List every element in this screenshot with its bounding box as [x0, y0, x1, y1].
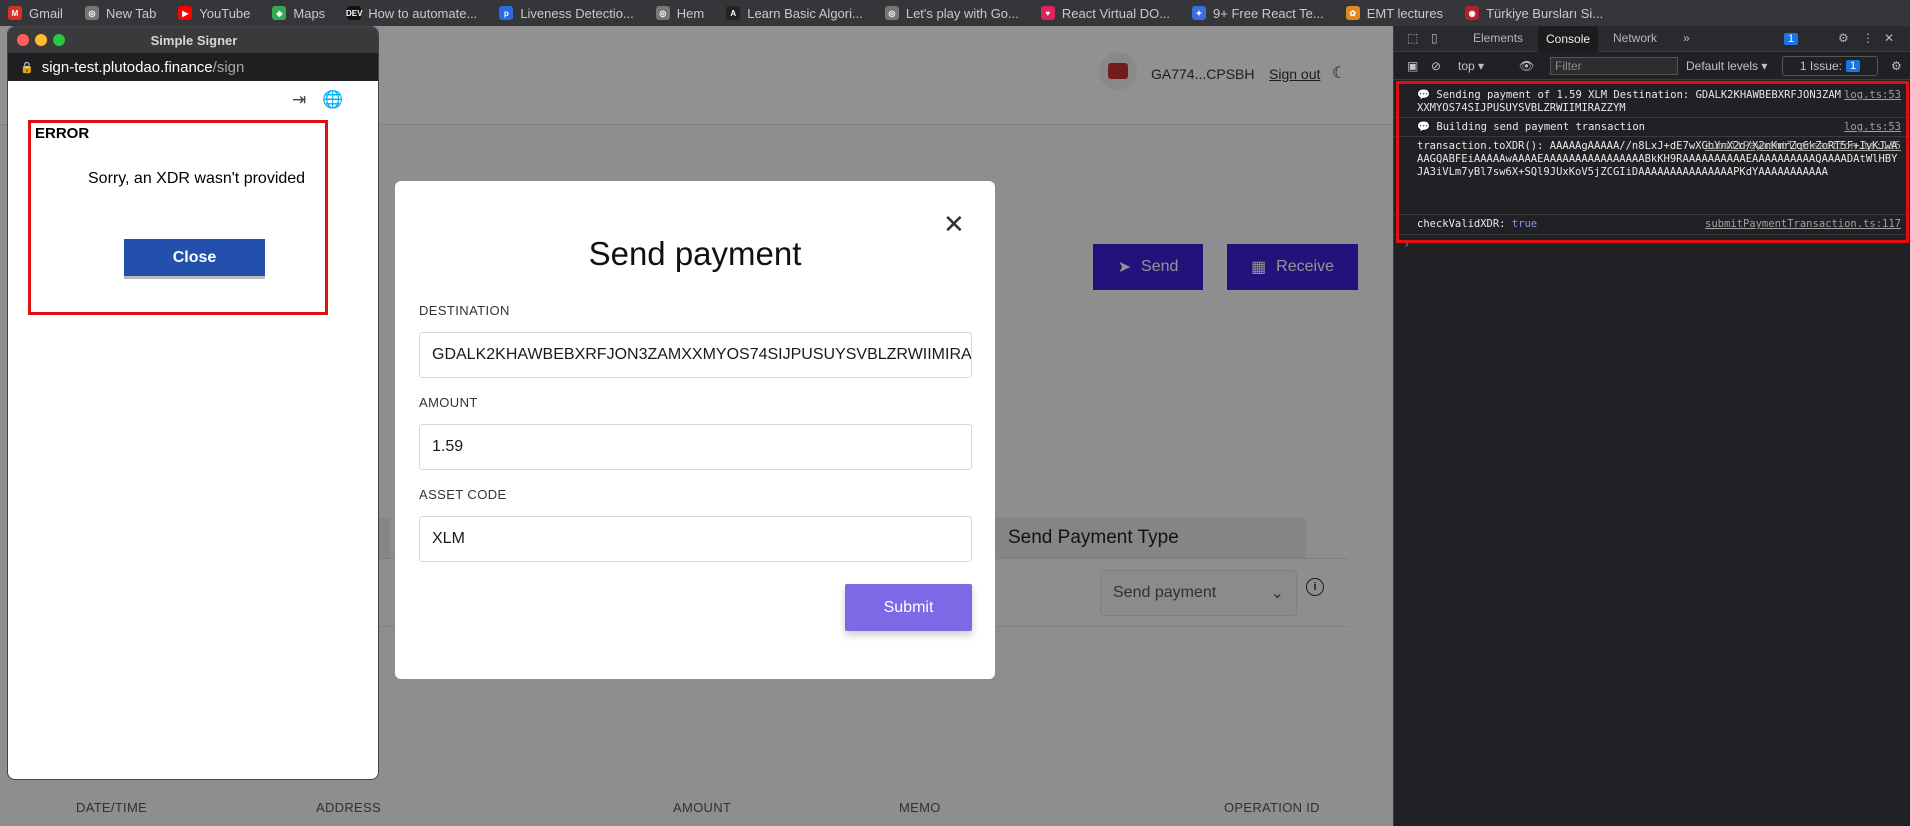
bookmark-label: Hem: [676, 5, 705, 21]
levels-value: Default levels: [1686, 59, 1759, 73]
clear-console-icon[interactable]: ⊘: [1431, 59, 1441, 73]
console-toolbar: ▣ ⊘ top ▾ 👁 Filter Default levels ▾ 1 Is…: [1394, 52, 1910, 80]
globe-icon: ◎: [884, 6, 899, 20]
inspect-icon[interactable]: ⬚: [1407, 31, 1418, 45]
popup-url-bar: 🔒 sign-test.plutodao.finance/sign: [8, 53, 378, 81]
maps-icon: ◆: [272, 6, 287, 20]
tab-elements[interactable]: Elements: [1473, 31, 1523, 45]
context-value: top: [1458, 59, 1475, 73]
messages-count: 1: [1784, 33, 1799, 45]
p-icon: p: [499, 6, 514, 20]
globe-icon: ◎: [84, 6, 99, 20]
destination-label: DESTINATION: [419, 303, 510, 318]
issues-label: 1 Issue:: [1799, 59, 1842, 73]
close-icon[interactable]: ✕: [943, 211, 965, 237]
logout-icon[interactable]: ⇥: [292, 90, 306, 110]
tb-icon: ◉: [1465, 6, 1480, 20]
url-host: sign-test.plutodao.finance: [41, 58, 213, 76]
bookmark-item[interactable]: ✿ EMT lectures: [1345, 5, 1444, 21]
destination-input[interactable]: GDALK2KHAWBEBXRFJON3ZAMXXMYOS74SIJPUSUYS…: [419, 332, 972, 378]
bookmarks-bar: M Gmail ◎ New Tab ▶ YouTube ◆ Maps DEV How to aut…: [0, 0, 1910, 26]
url-path: /sign: [212, 58, 245, 76]
bookmark-item[interactable]: ◎ Hem: [655, 5, 705, 21]
bookmark-item[interactable]: ▶ YouTube: [178, 6, 250, 21]
lock-icon: 🔒: [20, 61, 34, 74]
issues-button[interactable]: 1 Issue: 1: [1782, 56, 1878, 76]
bookmark-label: Türkiye Bursları Si...: [1486, 5, 1604, 21]
issues-count: 1: [1845, 60, 1861, 72]
bookmark-label: Liveness Detectio...: [520, 5, 634, 21]
bookmark-label: Gmail: [29, 5, 63, 21]
console-highlight-box: [1396, 81, 1909, 243]
messages-badge[interactable]: 1: [1784, 31, 1799, 45]
tab-console[interactable]: Console: [1538, 26, 1599, 52]
bookmark-item[interactable]: ◎ Let's play with Go...: [884, 5, 1019, 21]
dev-icon: DEV: [346, 6, 362, 20]
console-settings-icon[interactable]: ⚙: [1891, 59, 1902, 73]
more-tabs-icon[interactable]: »: [1683, 31, 1690, 45]
popup-titlebar: Simple Signer: [8, 27, 378, 53]
modal-title: Send payment: [588, 235, 802, 272]
settings-icon[interactable]: ⚙: [1838, 31, 1849, 45]
submit-button[interactable]: Submit: [845, 584, 972, 631]
simple-signer-popup: Simple Signer 🔒 sign-test.plutodao.finan…: [7, 26, 379, 780]
asset-code-input[interactable]: XLM: [419, 516, 972, 562]
kebab-menu-icon[interactable]: ⋮: [1862, 31, 1874, 45]
gmail-icon: M: [8, 6, 22, 20]
devtools-tabs: ⬚ ▯ Elements Console Network » 1 ⚙ ⋮ ✕: [1394, 26, 1910, 52]
emt-icon: ✿: [1345, 6, 1360, 20]
tab-network[interactable]: Network: [1613, 31, 1657, 45]
eye-icon[interactable]: 👁: [1519, 59, 1534, 73]
bookmark-item[interactable]: ◉ Türkiye Bursları Si...: [1465, 6, 1603, 21]
bookmark-label: Maps: [293, 5, 326, 21]
error-highlight-box: [28, 120, 328, 315]
amount-input[interactable]: 1.59: [419, 424, 972, 470]
send-payment-modal: ✕ Send payment DESTINATION GDALK2KHAWBEB…: [395, 181, 995, 679]
bookmark-item[interactable]: A Learn Basic Algori...: [726, 6, 863, 21]
bookmark-item[interactable]: ◎ New Tab: [84, 5, 157, 21]
heart-icon: ♥: [1040, 6, 1055, 20]
bookmark-label: YouTube: [199, 5, 251, 21]
asset-code-label: ASSET CODE: [419, 487, 507, 502]
globe-icon[interactable]: 🌐: [322, 90, 343, 110]
react-icon: ✦: [1192, 6, 1207, 20]
youtube-icon: ▶: [178, 6, 193, 20]
bookmark-label: 9+ Free React Te...: [1213, 5, 1324, 21]
bookmark-item[interactable]: ◆ Maps: [272, 6, 325, 21]
window-minimize-icon[interactable]: [35, 34, 47, 46]
bookmark-item[interactable]: ♥ React Virtual DO...: [1040, 5, 1171, 21]
window-close-icon[interactable]: [17, 34, 29, 46]
levels-select[interactable]: Default levels ▾: [1686, 59, 1767, 73]
close-devtools-icon[interactable]: ✕: [1884, 31, 1894, 45]
bookmark-label: How to automate...: [368, 5, 478, 21]
a-icon: A: [726, 6, 741, 20]
bookmark-label: Learn Basic Algori...: [747, 5, 863, 21]
bookmark-label: Let's play with Go...: [905, 5, 1019, 21]
window-maximize-icon[interactable]: [53, 34, 65, 46]
filter-input[interactable]: Filter: [1550, 57, 1678, 75]
context-select[interactable]: top ▾: [1458, 59, 1484, 73]
bookmark-item[interactable]: DEV How to automate...: [346, 5, 478, 21]
amount-label: AMOUNT: [419, 395, 478, 410]
bookmark-label: EMT lectures: [1366, 5, 1444, 21]
bookmark-label: New Tab: [105, 5, 157, 21]
globe-icon: ◎: [655, 6, 670, 20]
sidebar-toggle-icon[interactable]: ▣: [1407, 59, 1418, 73]
devtools-panel: ⬚ ▯ Elements Console Network » 1 ⚙ ⋮ ✕ ▣…: [1393, 26, 1910, 826]
bookmark-item[interactable]: p Liveness Detectio...: [499, 5, 634, 21]
bookmark-item[interactable]: M Gmail: [8, 6, 63, 21]
device-toggle-icon[interactable]: ▯: [1431, 31, 1438, 45]
bookmark-label: React Virtual DO...: [1061, 5, 1171, 21]
bookmark-item[interactable]: ✦ 9+ Free React Te...: [1192, 6, 1324, 21]
